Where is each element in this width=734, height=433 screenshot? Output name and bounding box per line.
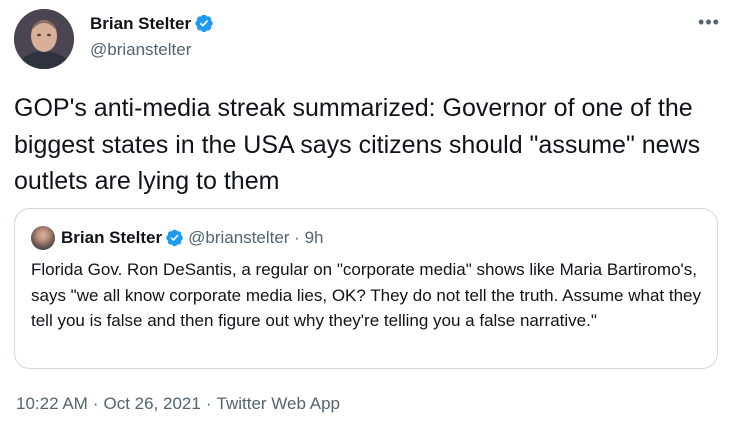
quoted-tweet-time[interactable]: 9h [305, 228, 324, 247]
tweet-date[interactable]: Oct 26, 2021 [104, 394, 201, 413]
meta-separator: · [205, 394, 212, 413]
author-avatar[interactable] [14, 9, 74, 69]
tweet-text: GOP's anti-media streak summarized: Gove… [14, 94, 701, 195]
tweet-timestamp: 10:22 AM · Oct 26, 2021 · Twitter Web App [16, 394, 340, 414]
quoted-author-avatar[interactable] [31, 226, 55, 250]
meta-separator: · [289, 228, 305, 247]
more-horizontal-icon: ••• [698, 12, 720, 32]
author-name[interactable]: Brian Stelter [90, 13, 214, 34]
more-options-button[interactable]: ••• [696, 12, 722, 34]
quoted-tweet[interactable]: Brian Stelter @brianstelter · 9h Florida … [14, 208, 718, 369]
tweet-source[interactable]: Twitter Web App [217, 394, 340, 413]
verified-badge-icon [195, 14, 213, 33]
quoted-author-name[interactable]: Brian Stelter [61, 228, 162, 247]
quoted-tweet-text: Florida Gov. Ron DeSantis, a regular on … [31, 260, 701, 330]
author-name-text: Brian Stelter [90, 14, 192, 33]
tweet: Brian Stelter @brianstelter ••• GOP's an… [0, 0, 734, 433]
verified-badge-icon [166, 229, 183, 247]
quoted-author-handle[interactable]: @brianstelter [188, 228, 289, 247]
quoted-tweet-header: Brian Stelter @brianstelter · 9h [61, 228, 323, 248]
author-handle[interactable]: @brianstelter [90, 40, 191, 60]
meta-separator: · [92, 394, 99, 413]
tweet-time[interactable]: 10:22 AM [16, 394, 88, 413]
avatar-photo [14, 9, 74, 69]
